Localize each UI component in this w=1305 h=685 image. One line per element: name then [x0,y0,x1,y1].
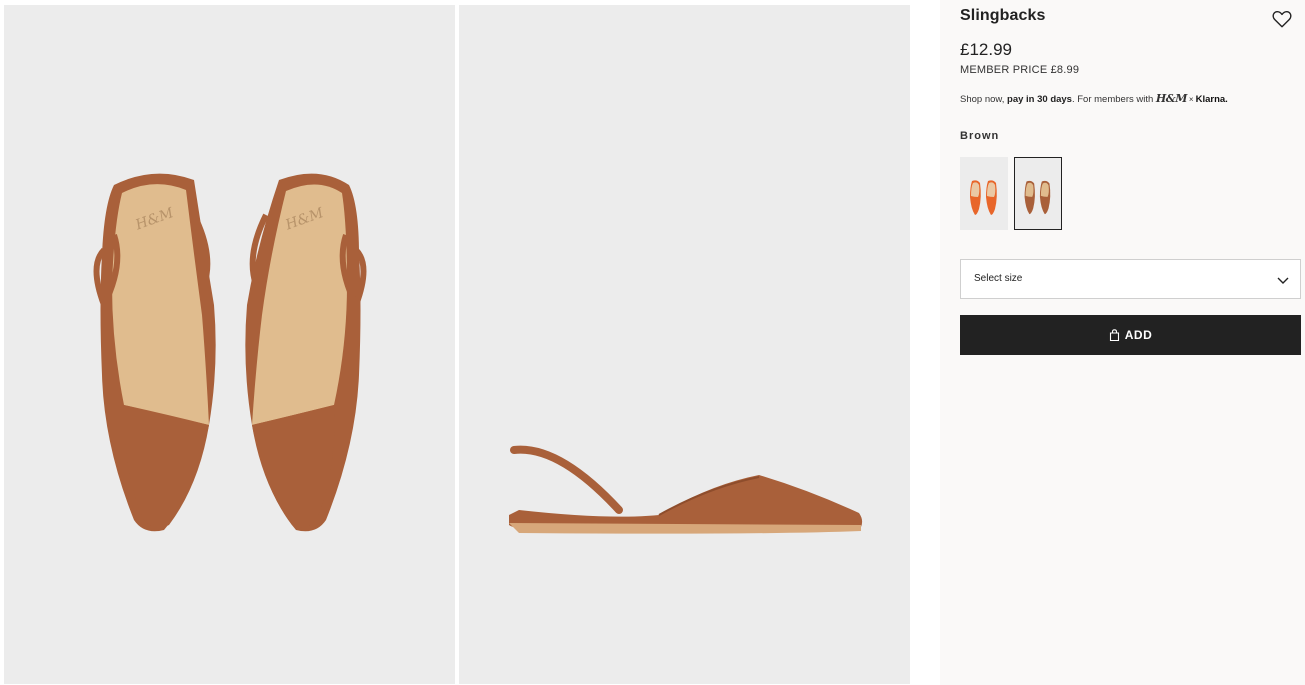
swatch-brown[interactable] [1014,157,1062,230]
add-to-bag-button[interactable]: ADD [960,315,1301,355]
size-select[interactable]: Select size [960,259,1301,299]
product-price: £12.99 [960,40,1012,59]
klarna-prefix: Shop now, [960,94,1008,105]
klarna-separator: × [1188,95,1194,104]
klarna-middle: . For members with [1071,94,1156,105]
klarna-emphasis: pay in 30 days [1007,94,1072,105]
heart-icon[interactable] [1271,8,1293,30]
product-info-panel: Slingbacks £12.99 MEMBER PRICE £8.99 Sho… [960,0,1305,685]
product-image-side-view[interactable] [459,5,910,684]
shopping-bag-icon [1109,329,1119,341]
product-gallery: H&M H&M [0,0,940,685]
size-select-placeholder: Select size [974,273,1023,284]
color-label: Brown [960,130,1000,142]
klarna-message: Shop now, pay in 30 days. For members wi… [960,92,1228,105]
swatch-orange[interactable] [960,157,1008,230]
product-page: H&M H&M Slingbacks £12.99 MEMBER PRICE £… [0,0,1305,685]
add-button-label: ADD [1124,328,1153,342]
member-price: MEMBER PRICE £8.99 [960,64,1080,76]
product-title: Slingbacks [960,7,1046,24]
chevron-down-icon [1277,277,1289,284]
hm-logo: H&M [1155,92,1188,105]
klarna-brand: Klarna. [1195,94,1228,105]
product-image-top-view[interactable]: H&M H&M [4,5,455,684]
